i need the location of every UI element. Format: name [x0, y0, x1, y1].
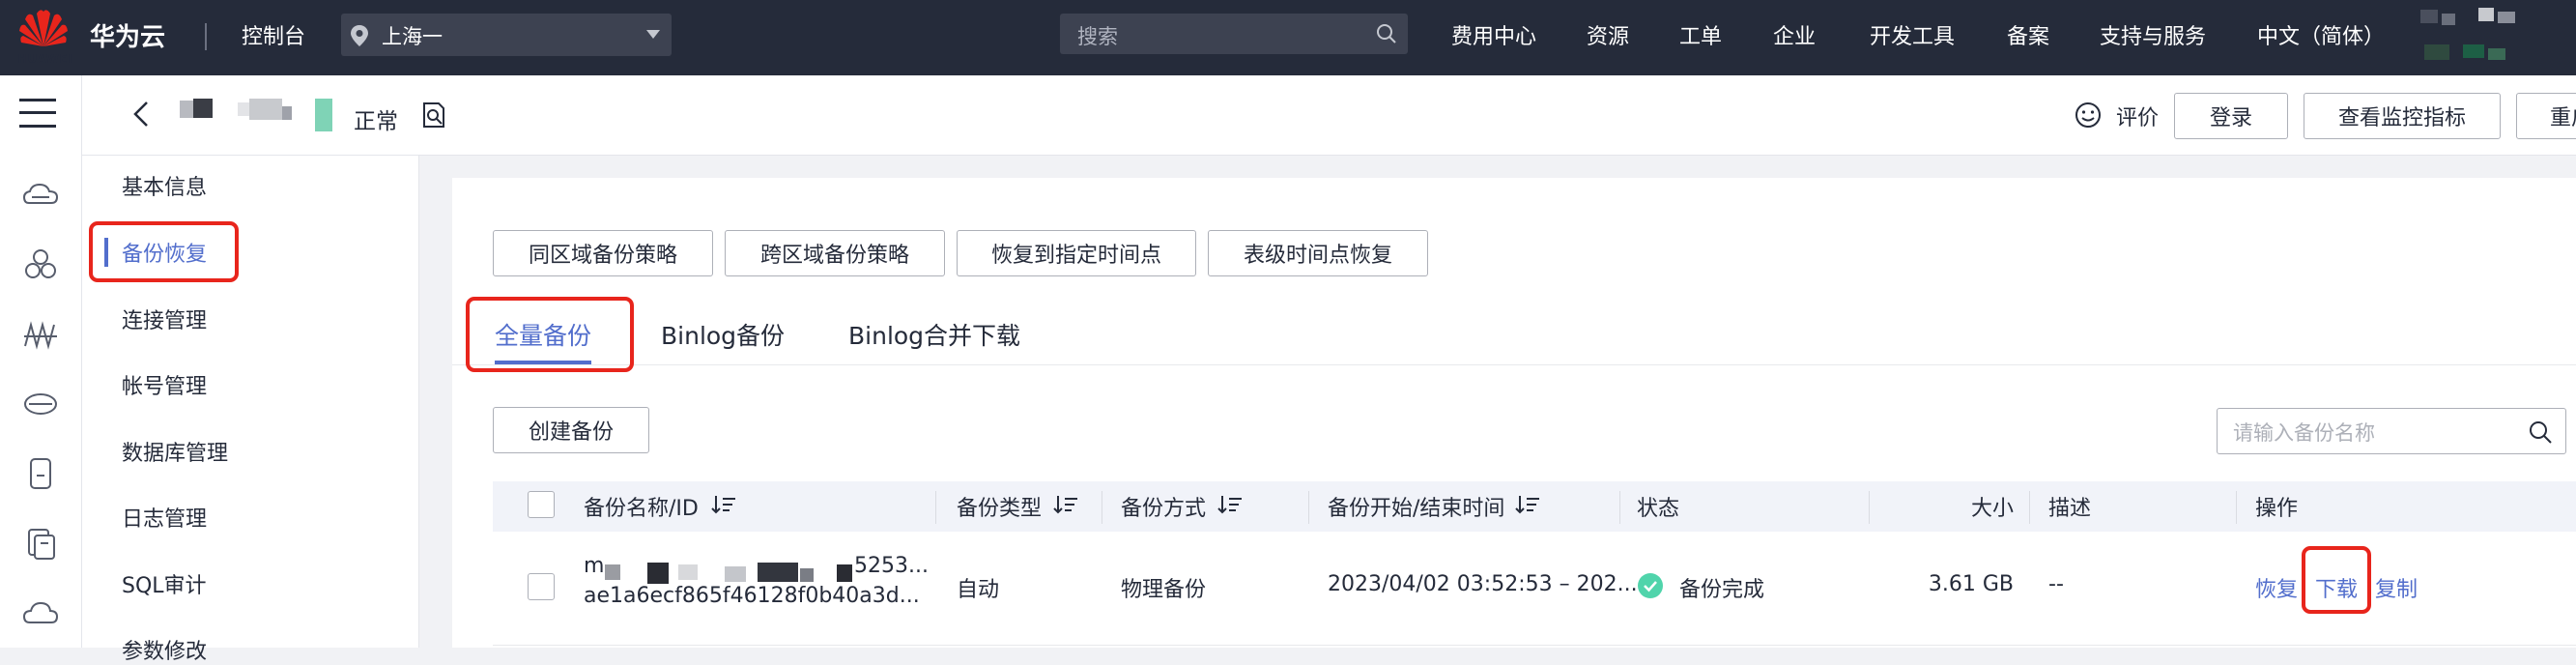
restart-button[interactable]: 重启 — [2516, 93, 2576, 139]
nav-support[interactable]: 支持与服务 — [2100, 19, 2206, 50]
login-button[interactable]: 登录 — [2174, 93, 2288, 139]
column-divider — [1619, 491, 1620, 524]
column-divider — [935, 491, 936, 524]
restore-link[interactable]: 恢复 — [2255, 572, 2298, 603]
tab-binlog-backup[interactable]: Binlog备份 — [661, 317, 785, 352]
th-operations: 操作 — [2255, 497, 2299, 521]
sort-icon[interactable] — [1515, 494, 1540, 515]
nav-connection[interactable]: 连接管理 — [122, 304, 207, 334]
th-backup-type: 备份类型 — [957, 497, 1043, 521]
backup-name-redacted — [601, 561, 852, 586]
network-icon[interactable] — [21, 315, 60, 354]
view-metrics-button[interactable]: 查看监控指标 — [2304, 93, 2501, 139]
th-backup-name: 备份名称/ID — [584, 497, 699, 521]
point-in-time-restore-button[interactable]: 恢复到指定时间点 — [957, 230, 1196, 276]
highlight-download — [2302, 546, 2371, 614]
backup-status: 备份完成 — [1679, 578, 1765, 602]
search-placeholder: 搜索 — [1077, 25, 1118, 48]
nav-accounts[interactable]: 帐号管理 — [122, 369, 207, 400]
th-description: 描述 — [2048, 497, 2092, 521]
divider — [205, 23, 207, 50]
column-divider — [2236, 491, 2237, 524]
success-check-icon — [1638, 573, 1663, 598]
rate-label[interactable]: 评价 — [2116, 101, 2159, 131]
cross-region-policy-button[interactable]: 跨区域备份策略 — [725, 230, 945, 276]
column-divider — [1308, 491, 1309, 524]
status-indicator — [315, 99, 332, 131]
cloud-icon[interactable] — [21, 593, 60, 632]
backup-name-suffix: 5253... — [854, 554, 929, 578]
brand-name[interactable]: 华为云 — [90, 17, 165, 53]
nav-databases[interactable]: 数据库管理 — [122, 436, 228, 467]
create-backup-button[interactable]: 创建备份 — [493, 407, 649, 453]
row-checkbox[interactable] — [528, 573, 555, 600]
database-icon[interactable] — [21, 454, 60, 493]
th-backup-method: 备份方式 — [1121, 497, 1207, 521]
logo-text: HUAWEI — [17, 52, 73, 66]
cloud-server-icon[interactable] — [21, 176, 60, 215]
tabs-divider — [452, 364, 2576, 365]
select-all-checkbox[interactable] — [528, 491, 555, 518]
backup-search-input[interactable]: 请输入备份名称 — [2217, 408, 2566, 454]
nav-language[interactable]: 中文（简体） — [2257, 19, 2385, 50]
nav-dev-tools[interactable]: 开发工具 — [1870, 19, 1955, 50]
avatar — [2420, 8, 2515, 60]
huawei-logo[interactable]: HUAWEI — [15, 6, 72, 68]
backup-id: ae1a6ecf865f46128f0b40a3d... — [584, 584, 920, 608]
backup-size: 3.61 GB — [1928, 572, 2014, 596]
sort-icon[interactable] — [711, 494, 736, 515]
backup-type: 自动 — [957, 578, 1000, 602]
storage-icon[interactable] — [21, 385, 60, 423]
nav-tickets[interactable]: 工单 — [1679, 19, 1722, 50]
search-icon[interactable] — [1375, 22, 1398, 45]
sort-icon[interactable] — [1217, 494, 1243, 515]
backup-time: 2023/04/02 03:52:53 – 202... — [1328, 572, 1638, 596]
global-search-input[interactable]: 搜索 — [1060, 14, 1408, 54]
instance-name-redacted — [178, 97, 303, 126]
back-arrow-icon[interactable] — [128, 97, 155, 131]
nav-logs[interactable]: 日志管理 — [122, 502, 207, 533]
search-placeholder: 请输入备份名称 — [2233, 421, 2375, 445]
user-account[interactable] — [2420, 6, 2546, 62]
instance-status: 正常 — [354, 109, 398, 134]
copy-link[interactable]: 复制 — [2375, 572, 2418, 603]
highlight-full-backup-tab — [466, 297, 634, 372]
region-selector[interactable]: 上海一 — [341, 14, 672, 56]
th-status: 状态 — [1637, 497, 1680, 521]
nav-parameters[interactable]: 参数修改 — [122, 634, 207, 665]
tab-binlog-merge-download[interactable]: Binlog合并下载 — [848, 317, 1020, 352]
document-search-icon[interactable] — [419, 101, 448, 130]
cluster-icon[interactable] — [21, 246, 60, 284]
container-icon[interactable] — [21, 524, 60, 563]
backup-description: -- — [2048, 572, 2064, 596]
nav-basic-info[interactable]: 基本信息 — [122, 170, 207, 201]
same-region-policy-button[interactable]: 同区域备份策略 — [493, 230, 713, 276]
huawei-flower-icon — [19, 10, 68, 47]
highlight-backup-nav — [89, 221, 239, 282]
nav-sql-audit[interactable]: SQL审计 — [122, 568, 207, 599]
chevron-down-icon — [646, 30, 660, 39]
nav-billing[interactable]: 费用中心 — [1451, 19, 1536, 50]
nav-filing[interactable]: 备案 — [2007, 19, 2049, 50]
search-icon[interactable] — [2527, 419, 2554, 446]
console-link[interactable]: 控制台 — [242, 19, 305, 50]
location-pin-icon — [351, 25, 368, 46]
table-point-restore-button[interactable]: 表级时间点恢复 — [1208, 230, 1428, 276]
row-divider — [493, 645, 2576, 646]
backup-method: 物理备份 — [1121, 578, 1207, 602]
th-backup-time: 备份开始/结束时间 — [1328, 497, 1505, 521]
sort-icon[interactable] — [1053, 494, 1078, 515]
menu-icon[interactable] — [19, 97, 56, 130]
smiley-icon[interactable] — [2074, 101, 2103, 130]
region-name: 上海一 — [382, 25, 443, 48]
nav-enterprise[interactable]: 企业 — [1773, 19, 1816, 50]
column-divider — [2029, 491, 2030, 524]
nav-resources[interactable]: 资源 — [1587, 19, 1629, 50]
th-size: 大小 — [1970, 497, 2014, 521]
